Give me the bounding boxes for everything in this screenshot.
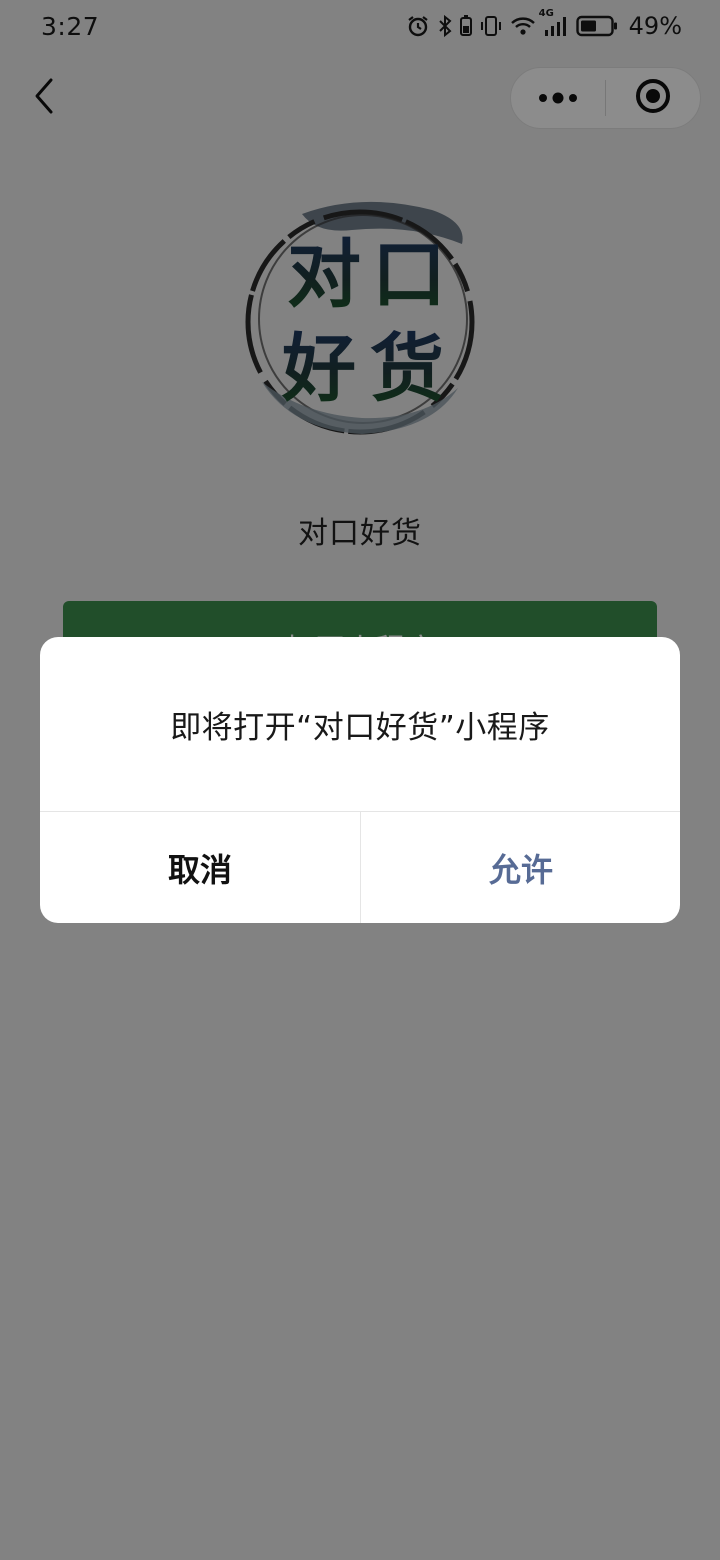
cancel-button[interactable]: 取消: [40, 812, 360, 923]
dialog-message: 即将打开“对口好货”小程序: [170, 709, 550, 746]
confirm-dialog: 即将打开“对口好货”小程序 取消 允许: [40, 637, 680, 923]
allow-button[interactable]: 允许: [361, 812, 680, 923]
